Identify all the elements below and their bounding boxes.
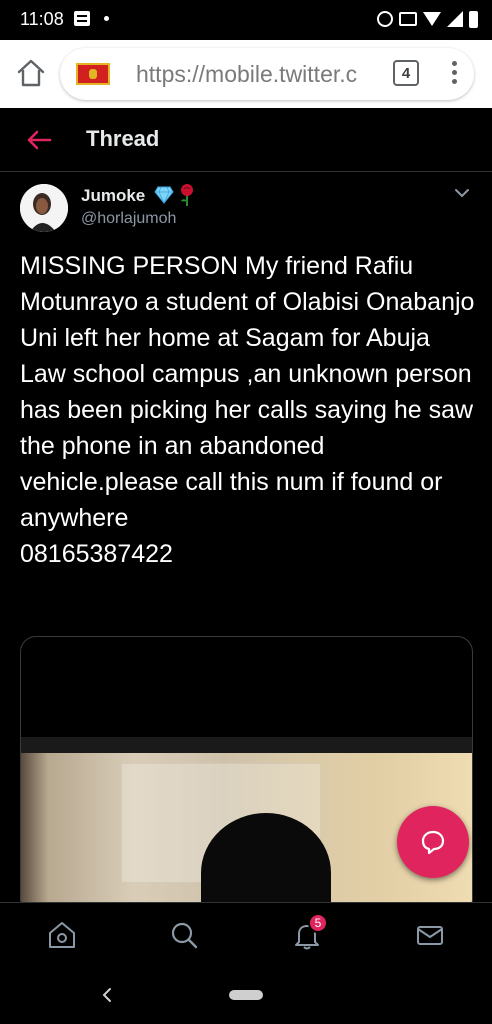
back-arrow-icon[interactable] bbox=[26, 128, 52, 152]
address-bar[interactable]: https://mobile.twitter.c 4 bbox=[60, 48, 474, 100]
tweet-media[interactable] bbox=[20, 636, 473, 916]
chevron-down-icon[interactable] bbox=[454, 186, 470, 198]
system-back-icon[interactable] bbox=[100, 986, 114, 1004]
alarm-icon bbox=[377, 11, 393, 27]
montenegro-flag-icon bbox=[76, 63, 110, 85]
tab-switcher-button[interactable]: 4 bbox=[393, 60, 419, 86]
compose-reply-button[interactable] bbox=[397, 806, 469, 878]
system-home-pill[interactable] bbox=[229, 990, 263, 1000]
reply-bubble-icon bbox=[421, 830, 445, 855]
status-icons bbox=[377, 10, 478, 28]
messages-tab-icon[interactable] bbox=[414, 919, 446, 951]
notification-dot-icon bbox=[104, 16, 109, 21]
more-menu-icon[interactable] bbox=[452, 61, 458, 87]
media-band bbox=[21, 737, 472, 753]
system-nav-bar bbox=[0, 968, 492, 1024]
author-handle[interactable]: @horlajumoh bbox=[81, 210, 176, 228]
status-time: 11:08 bbox=[20, 9, 64, 29]
home-tab-icon[interactable] bbox=[46, 919, 78, 951]
page-title: Thread bbox=[86, 126, 160, 151]
battery-icon bbox=[469, 10, 478, 28]
notifications-badge: 5 bbox=[308, 913, 328, 933]
bottom-tab-bar bbox=[0, 902, 492, 968]
url-text[interactable]: https://mobile.twitter.c bbox=[136, 61, 368, 88]
tweet-text: MISSING PERSON My friend Rafiu Motunrayo… bbox=[20, 252, 475, 568]
thread-header: Thread bbox=[0, 108, 492, 172]
diamond-icon bbox=[154, 186, 174, 204]
status-bar: 11:08 bbox=[0, 0, 492, 40]
message-icon bbox=[74, 11, 90, 26]
search-tab-icon[interactable] bbox=[168, 919, 200, 951]
wifi-icon bbox=[423, 12, 441, 26]
avatar[interactable] bbox=[20, 184, 68, 232]
signal-icon bbox=[447, 11, 463, 27]
rose-icon bbox=[178, 183, 196, 207]
author-name[interactable]: Jumoke bbox=[81, 186, 145, 206]
browser-toolbar: https://mobile.twitter.c 4 bbox=[0, 40, 492, 108]
browser-home-icon[interactable] bbox=[14, 56, 48, 90]
cast-icon bbox=[399, 12, 417, 26]
